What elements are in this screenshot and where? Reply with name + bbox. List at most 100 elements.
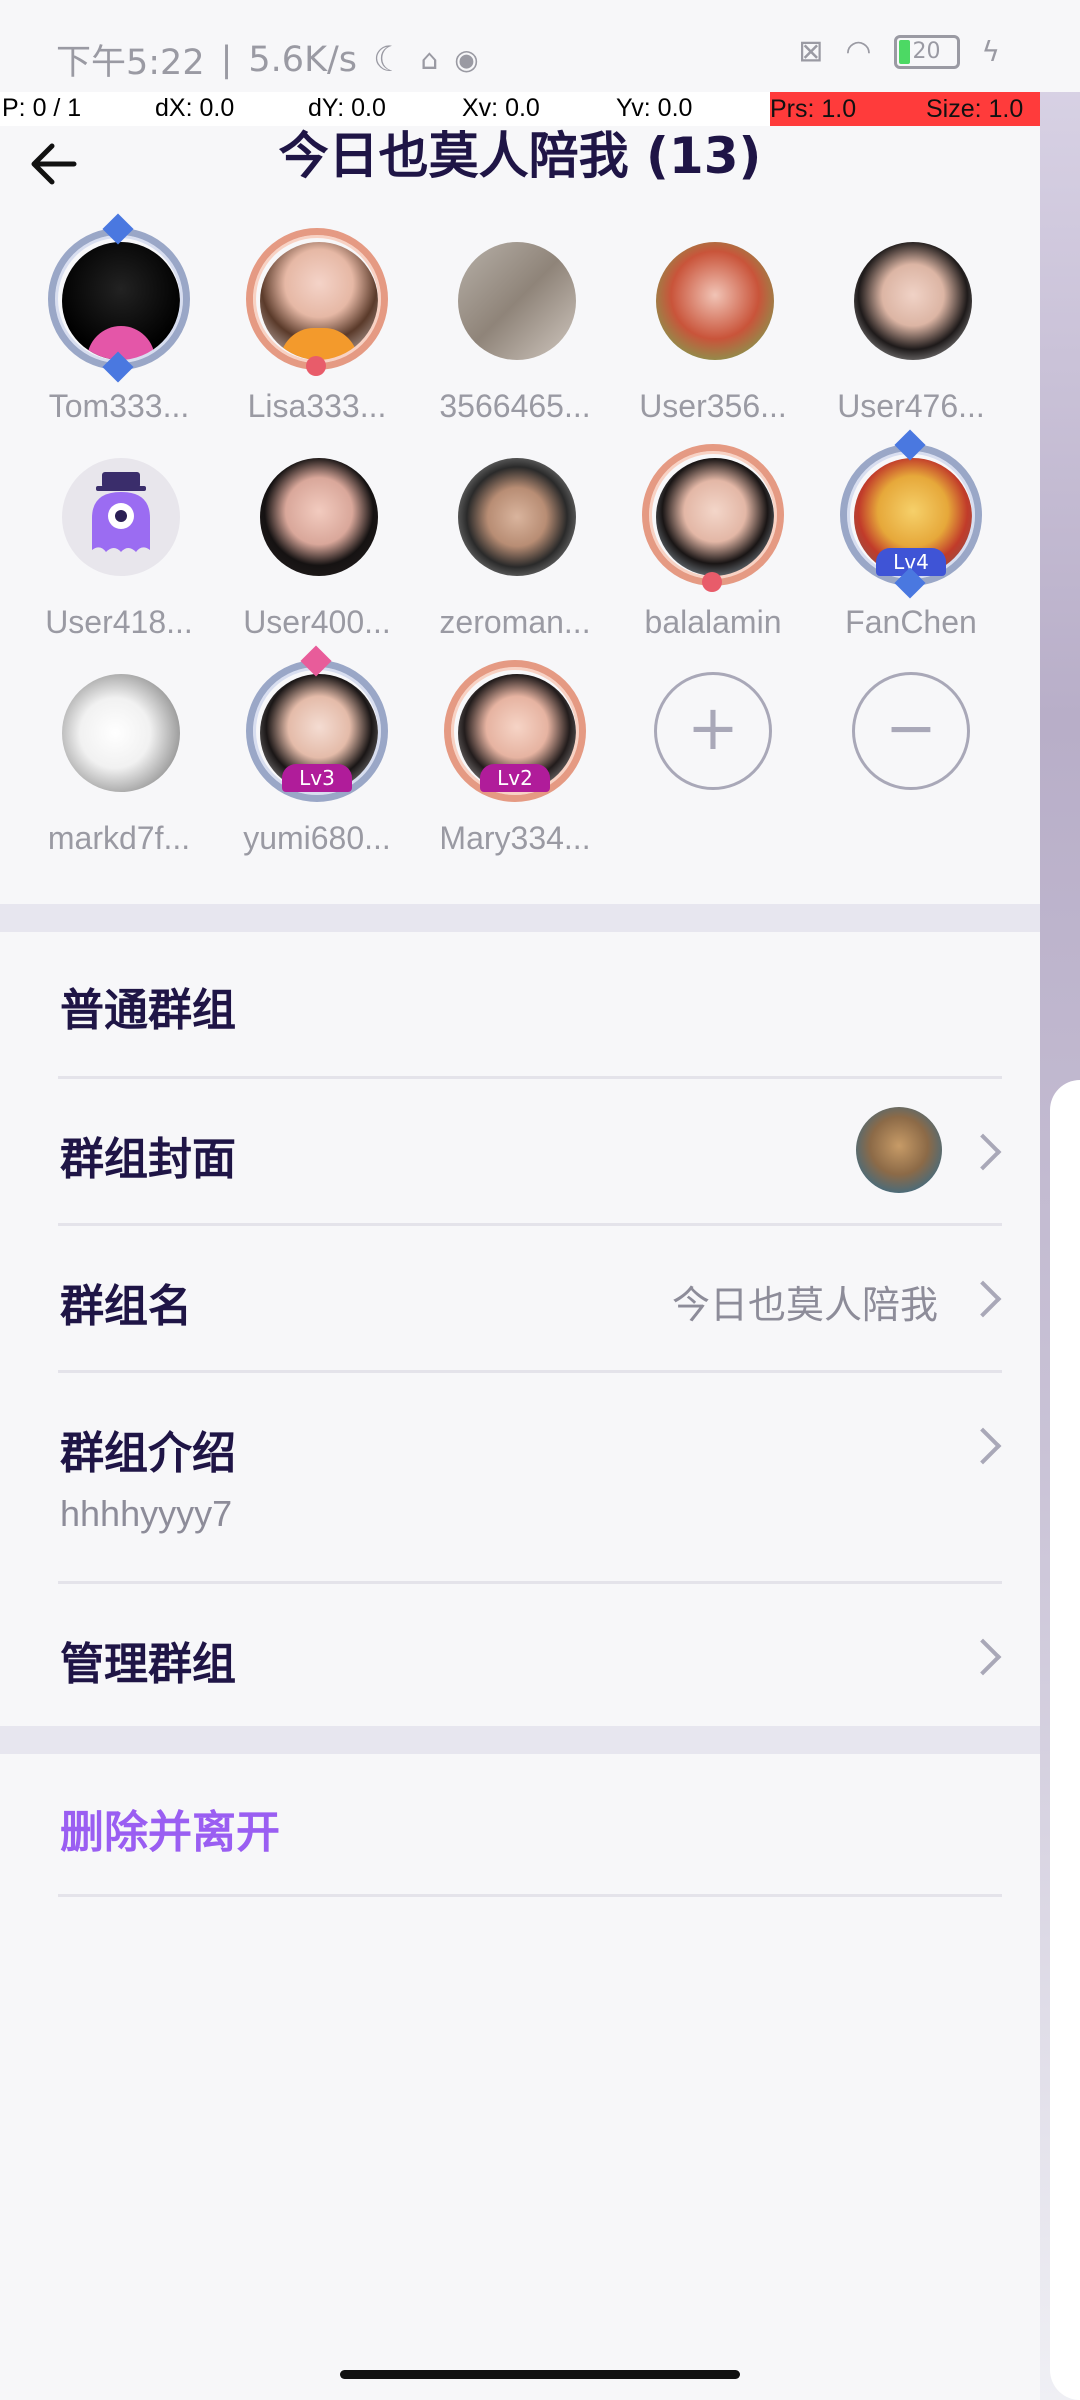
avatar[interactable] [638,440,788,592]
charging-icon: ϟ [981,35,1000,68]
avatar-image [260,458,378,576]
debug-yv: Yv: 0.0 [616,94,693,122]
avatar[interactable] [836,224,986,374]
member-item[interactable]: Lv4 FanChen [816,429,1006,641]
group-name-row[interactable]: 群组名 今日也莫人陪我 [58,1226,1002,1373]
chevron-right-icon [964,1280,1002,1318]
avatar[interactable] [440,440,590,590]
group-intro-row[interactable]: 群组介绍 hhhhyyyy7 [58,1373,1002,1584]
member-item[interactable]: User356... [618,224,808,425]
avatar[interactable]: Lv3 [242,645,392,806]
member-name: FanChen [845,604,977,640]
avatar-image [62,674,180,792]
chevron-right-icon [964,1133,1002,1171]
level-badge: Lv3 [282,764,352,792]
status-separator: | [220,39,233,80]
member-item[interactable]: 3566465... [420,224,610,425]
member-name: User476... [837,388,985,424]
pointer-debug-bar: P: 0 / 1 dX: 0.0 dY: 0.0 Xv: 0.0 Yv: 0.0… [0,92,1080,126]
member-item[interactable]: User476... [816,224,1006,425]
member-name: 3566465... [439,388,591,424]
status-bar: 下午5:22 | 5.6K/s ☾ ⌂ ◉ ⊠ ◠ 20 ϟ [0,0,1040,92]
avatar[interactable] [44,440,194,590]
manage-group-row[interactable]: 管理群组 [58,1584,1002,1726]
remove-member-item[interactable]: − [816,656,1006,806]
home-indicator[interactable] [340,2370,740,2379]
status-left: 下午5:22 | 5.6K/s ☾ ⌂ ◉ [56,34,479,85]
member-name: User400... [243,604,391,640]
avatar-frame [246,228,388,370]
group-cover-row[interactable]: 群组封面 [58,1079,1002,1226]
delete-and-leave-button[interactable]: 删除并离开 [60,1796,280,1860]
group-type-row: 普通群组 [58,932,1002,1079]
edge-mask [1040,0,1080,92]
avatar[interactable] [242,224,392,376]
add-member-item[interactable]: + [618,656,808,806]
member-name: markd7f... [47,820,191,856]
group-name-value: 今日也莫人陪我 [671,1283,938,1327]
section-divider [0,904,1040,932]
avatar[interactable]: Lv2 [440,656,590,806]
member-item[interactable]: Lv2 Mary334... [420,656,610,857]
section-divider [0,1726,1040,1754]
chevron-right-icon [964,1427,1002,1465]
moon-icon: ☾ [373,39,405,80]
avatar-frame [48,228,190,370]
delete-leave-row[interactable]: 删除并离开 [58,1754,1002,1897]
avatar-image [656,242,774,360]
battery-icon: 20 [893,34,960,69]
edge-panel [1050,1080,1080,2400]
group-intro-label: 群组介绍 [60,1428,236,1479]
record-icon: ◉ [454,43,479,76]
gem-icon [306,356,326,376]
group-cover-image [856,1107,942,1193]
member-item[interactable]: User418... [24,440,214,641]
level-badge: Lv2 [480,764,550,792]
debug-prs: Prs: 1.0 [770,92,920,126]
sim-off-icon: ⊠ [798,34,824,69]
member-item[interactable]: balalamin [618,440,808,641]
avatar-image [854,242,972,360]
avatar[interactable]: Lv4 [836,429,986,599]
monster-icon [92,472,150,552]
member-item[interactable]: Tom333... [24,213,214,425]
member-name: Tom333... [48,388,190,424]
member-name: zeroman... [439,604,591,640]
member-item[interactable]: Lv3 yumi680... [222,645,412,857]
member-item[interactable]: zeroman... [420,440,610,641]
avatar[interactable] [638,224,788,374]
avatar-frame [642,444,784,586]
page-title: 今日也莫人陪我 (13) [278,127,762,185]
remove-member-button[interactable]: − [852,672,970,790]
member-name: User356... [639,388,787,424]
status-time: 下午5:22 [56,43,205,83]
member-name: balalamin [644,604,782,640]
avatar-image [458,458,576,576]
mouse-icon: ⌂ [420,43,439,76]
member-name: Mary334... [439,820,591,856]
remove-member-wrap: − [836,656,986,806]
group-name-label: 群组名 [60,1281,192,1332]
member-grid: Tom333... Lisa333... 3566465... User356.… [0,213,1040,902]
gem-icon [702,572,722,592]
add-member-button[interactable]: + [654,672,772,790]
debug-xv: Xv: 0.0 [462,94,540,122]
member-name: User418... [45,604,193,640]
avatar[interactable] [44,656,194,806]
member-item[interactable]: markd7f... [24,656,214,857]
network-speed: 5.6K/s [248,39,358,80]
add-member-wrap: + [638,656,788,806]
avatar[interactable] [440,224,590,374]
debug-dy: dY: 0.0 [308,94,386,122]
member-item[interactable]: User400... [222,440,412,641]
avatar[interactable] [44,213,194,383]
debug-dx: dX: 0.0 [155,94,235,122]
manage-group-label: 管理群组 [60,1639,236,1690]
member-name: yumi680... [243,820,391,856]
avatar[interactable] [242,440,392,590]
status-right: ⊠ ◠ 20 ϟ [798,34,1000,69]
member-item[interactable]: Lisa333... [222,224,412,425]
header: 今日也莫人陪我 (13) [0,126,1040,222]
debug-p: P: 0 / 1 [2,94,82,122]
group-cover-label: 群组封面 [60,1134,236,1185]
